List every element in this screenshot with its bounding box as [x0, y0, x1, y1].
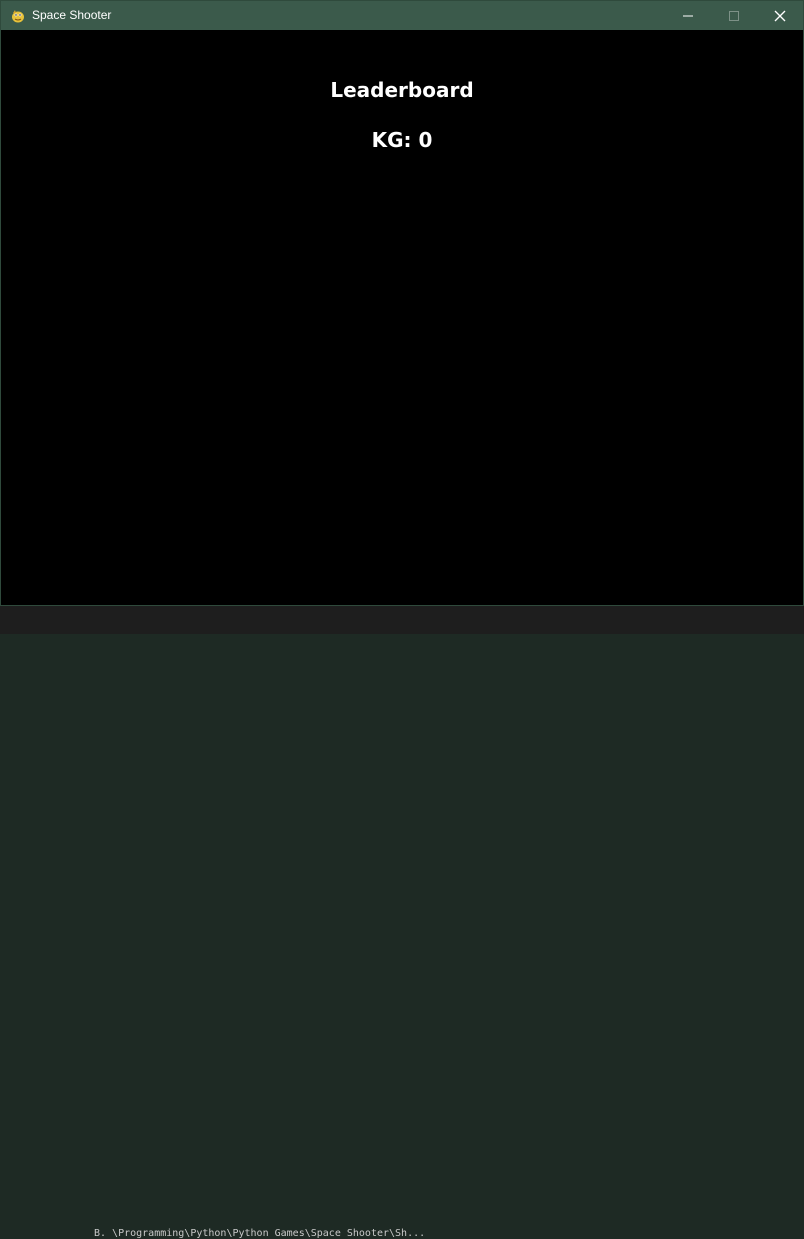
- background-terminal-text: B. \Programming\Python\Python Games\Spac…: [94, 1228, 426, 1239]
- title-bar[interactable]: Space Shooter: [1, 1, 803, 30]
- maximize-icon: [729, 10, 739, 21]
- leaderboard-heading: Leaderboard: [330, 78, 474, 102]
- minimize-button[interactable]: [665, 1, 711, 30]
- game-canvas[interactable]: Leaderboard KG: 0: [1, 30, 803, 605]
- close-icon: [774, 10, 786, 22]
- minimize-icon: [683, 11, 693, 21]
- game-window: Space Shooter Leaderboard KG: 0: [0, 0, 804, 606]
- score-entry: KG: 0: [371, 128, 433, 152]
- close-button[interactable]: [757, 1, 803, 30]
- background-desktop: B. \Programming\Python\Python Games\Spac…: [0, 605, 804, 1239]
- maximize-button[interactable]: [711, 1, 757, 30]
- window-title: Space Shooter: [32, 8, 112, 22]
- pygame-snake-icon: [10, 8, 26, 24]
